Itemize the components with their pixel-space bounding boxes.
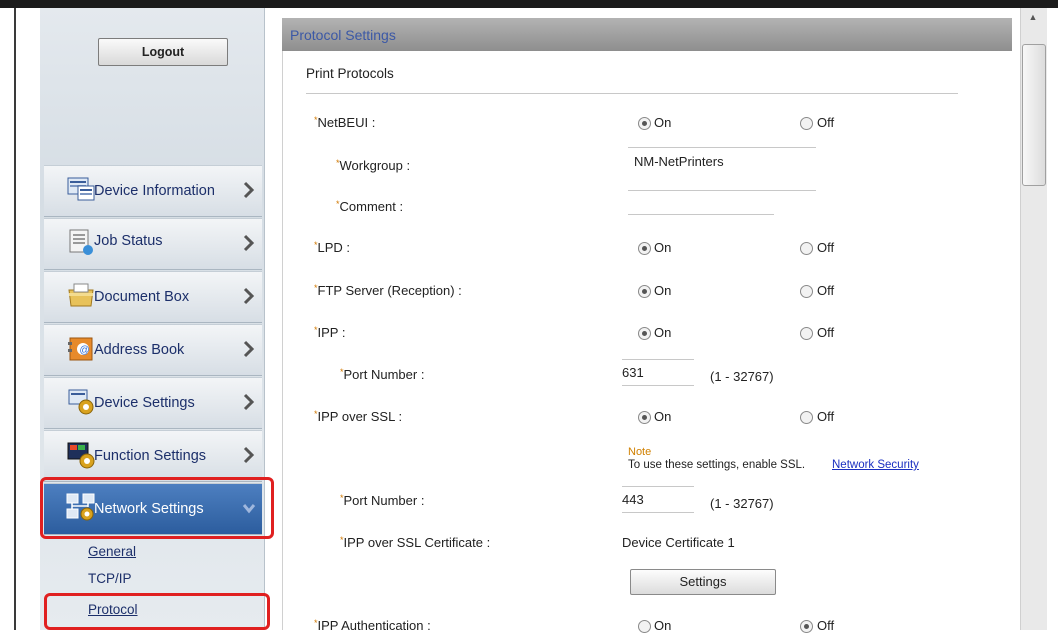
row-label-ssl-port: *Port Number : bbox=[340, 493, 425, 508]
nav-item-document-box[interactable]: Document Box bbox=[44, 271, 262, 323]
network-security-link[interactable]: Network Security bbox=[832, 459, 919, 471]
device-settings-icon bbox=[68, 389, 94, 415]
note-title: Note bbox=[628, 446, 652, 458]
nav-label-job-status: Job Status bbox=[94, 233, 163, 249]
job-status-icon bbox=[69, 229, 93, 255]
certificate-value: Device Certificate 1 bbox=[622, 535, 735, 550]
radio-label: Off bbox=[817, 115, 835, 130]
nav-label-device-settings: Device Settings bbox=[94, 395, 195, 411]
row-label-workgroup: *Workgroup : bbox=[336, 158, 411, 173]
window-top-border bbox=[0, 0, 1058, 8]
chevron-right-icon bbox=[243, 181, 255, 199]
scroll-up-icon[interactable]: ▲ bbox=[1024, 12, 1042, 30]
radio-label: On bbox=[654, 115, 672, 130]
nav-item-job-status[interactable]: Job Status bbox=[44, 218, 262, 270]
nav-item-function-settings[interactable]: Function Settings bbox=[44, 430, 262, 482]
settings-button[interactable]: Settings bbox=[630, 569, 776, 595]
radio-label: On bbox=[654, 325, 672, 340]
radio-label: Off bbox=[817, 325, 835, 340]
nav-item-address-book[interactable]: @ Address Book bbox=[44, 324, 262, 376]
field-border bbox=[622, 486, 694, 487]
field-border bbox=[628, 147, 816, 148]
document-box-icon bbox=[68, 283, 94, 307]
scrollbar-thumb[interactable] bbox=[1022, 44, 1046, 186]
port-range-hint: (1 - 32767) bbox=[710, 369, 774, 384]
section-title: Print Protocols bbox=[306, 66, 394, 81]
ftp-on-radio[interactable] bbox=[638, 285, 651, 298]
radio-label: On bbox=[654, 283, 672, 298]
function-settings-icon bbox=[67, 442, 95, 469]
nav-label-address-book: Address Book bbox=[94, 342, 185, 358]
radio-label: Off bbox=[817, 240, 835, 255]
field-border bbox=[628, 190, 816, 191]
row-label-ipp-port: *Port Number : bbox=[340, 367, 425, 382]
row-label-ipp-over-ssl: *IPP over SSL : bbox=[314, 409, 403, 424]
port-range-hint: (1 - 32767) bbox=[710, 496, 774, 511]
ipp-ssl-off-radio[interactable] bbox=[800, 411, 813, 424]
chevron-right-icon bbox=[243, 446, 255, 464]
radio-label: On bbox=[654, 618, 672, 633]
sub-link-general[interactable]: General bbox=[88, 544, 136, 559]
ipp-off-radio[interactable] bbox=[800, 327, 813, 340]
highlight-protocol bbox=[44, 593, 270, 630]
ipp-on-radio[interactable] bbox=[638, 327, 651, 340]
row-label-lpd: *LPD : bbox=[314, 240, 351, 255]
nav-label-device-information: Device Information bbox=[94, 183, 215, 199]
nav-item-device-information[interactable]: Device Information bbox=[44, 165, 262, 217]
ipp-ssl-on-radio[interactable] bbox=[638, 411, 651, 424]
radio-label: On bbox=[654, 240, 672, 255]
row-label-ssl-certificate: *IPP over SSL Certificate : bbox=[340, 535, 491, 550]
chevron-right-icon bbox=[243, 287, 255, 305]
nav-label-document-box: Document Box bbox=[94, 289, 190, 305]
logout-button[interactable]: Logout bbox=[98, 38, 228, 66]
chevron-right-icon bbox=[243, 234, 255, 252]
ipp-port-input[interactable]: 631 bbox=[622, 365, 694, 386]
highlight-network-settings bbox=[40, 477, 274, 539]
section-divider bbox=[306, 93, 958, 94]
svg-text:@: @ bbox=[80, 345, 90, 356]
nav-item-device-settings[interactable]: Device Settings bbox=[44, 377, 262, 429]
sub-link-tcpip[interactable]: TCP/IP bbox=[88, 571, 132, 586]
chevron-right-icon bbox=[243, 340, 255, 358]
ftp-off-radio[interactable] bbox=[800, 285, 813, 298]
radio-label: Off bbox=[817, 409, 835, 424]
row-label-netbeui: *NetBEUI : bbox=[314, 115, 376, 130]
page-title: Protocol Settings bbox=[290, 27, 396, 43]
netbeui-off-radio[interactable] bbox=[800, 117, 813, 130]
workgroup-input[interactable]: NM-NetPrinters bbox=[628, 154, 816, 174]
window-left-border bbox=[14, 8, 16, 630]
field-border bbox=[622, 359, 694, 360]
lpd-off-radio[interactable] bbox=[800, 242, 813, 255]
row-label-ipp-authentication: *IPP Authentication : bbox=[314, 618, 431, 633]
device-information-icon bbox=[67, 177, 95, 201]
chevron-right-icon bbox=[243, 393, 255, 411]
ipp-auth-on-radio[interactable] bbox=[638, 620, 651, 633]
row-label-ftp-server: *FTP Server (Reception) : bbox=[314, 283, 462, 298]
address-book-icon: @ bbox=[68, 337, 93, 361]
radio-label: Off bbox=[817, 618, 835, 633]
netbeui-on-radio[interactable] bbox=[638, 117, 651, 130]
row-label-comment: *Comment : bbox=[336, 199, 404, 214]
radio-label: On bbox=[654, 409, 672, 424]
comment-input[interactable] bbox=[628, 196, 774, 215]
radio-label: Off bbox=[817, 283, 835, 298]
ipp-auth-off-radio[interactable] bbox=[800, 620, 813, 633]
nav-label-function-settings: Function Settings bbox=[94, 448, 207, 464]
lpd-on-radio[interactable] bbox=[638, 242, 651, 255]
ssl-port-input[interactable]: 443 bbox=[622, 492, 694, 513]
note-text: To use these settings, enable SSL. bbox=[628, 459, 806, 471]
row-label-ipp: *IPP : bbox=[314, 325, 346, 340]
